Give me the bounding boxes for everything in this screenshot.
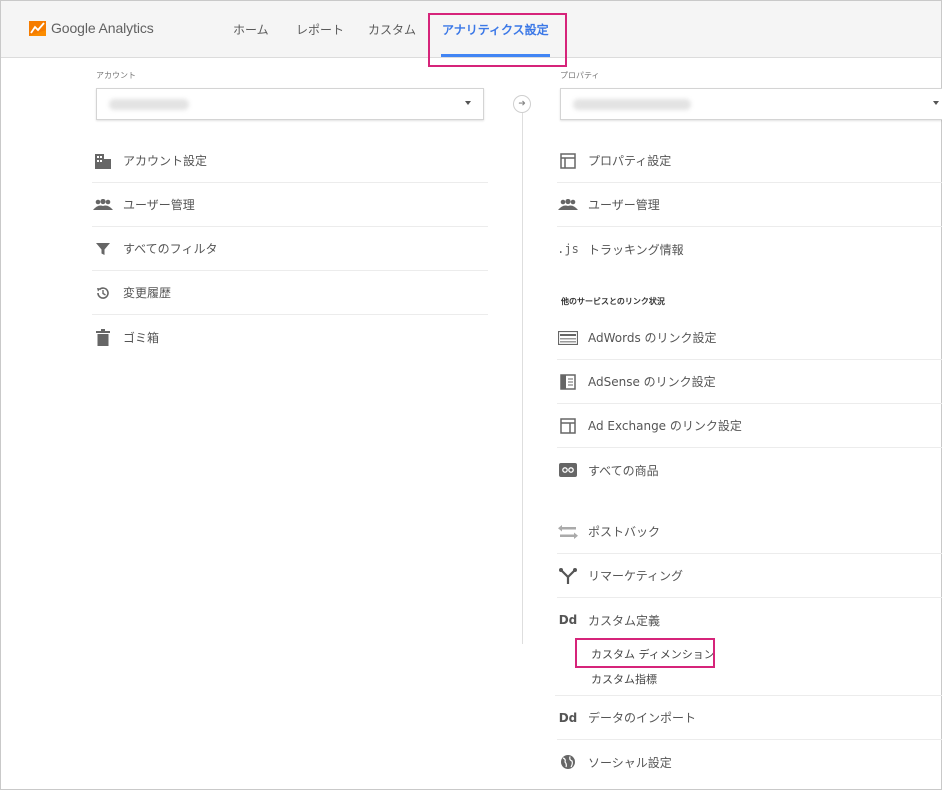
property-select[interactable] [560,88,942,120]
remarketing-icon [557,565,579,587]
column-divider [522,112,523,644]
logo-text: Google Analytics [51,20,154,36]
all-filters-item[interactable]: すべてのフィルタ [92,227,488,271]
adexchange-icon [557,415,579,437]
tab-reports[interactable]: レポート [296,21,344,38]
all-products-label: すべての商品 [588,463,659,478]
remarketing-label: リマーケティング [588,569,684,583]
property-settings-item[interactable]: プロパティ設定 [557,139,942,183]
arrow-right-icon: ➜ [513,95,531,113]
chevron-down-icon [465,101,471,105]
postback-label: ポストバック [588,525,661,539]
adwords-icon [557,327,579,349]
data-import-item[interactable]: Dd データのインポート [557,696,942,740]
account-settings-label: アカウント設定 [123,154,208,168]
postback-icon [557,521,579,543]
property-name-redacted [573,99,691,110]
highlight-box-admin-tab [428,13,567,67]
history-icon [92,282,114,304]
highlight-box-custom-dimensions [575,638,715,668]
property-column-label: プロパティ [560,71,600,80]
google-analytics-logo[interactable]: Google Analytics [29,20,154,36]
all-filters-label: すべてのフィルタ [123,242,218,256]
postback-item[interactable]: ポストバック [557,510,942,554]
tracking-info-label: トラッキング情報 [588,242,684,257]
trash-item[interactable]: ゴミ箱 [92,315,488,359]
account-user-management-item[interactable]: ユーザー管理 [92,183,488,227]
change-history-item[interactable]: 変更履歴 [92,271,488,315]
chevron-down-icon [933,101,939,105]
custom-definitions-label: カスタム定義 [588,613,661,628]
products-icon [557,459,579,481]
custom-metrics-link[interactable]: カスタム指標 [591,671,657,687]
account-settings-item[interactable]: アカウント設定 [92,139,488,183]
property-icon [557,150,579,172]
adsense-icon [557,371,579,393]
all-products-item[interactable]: すべての商品 [557,448,942,492]
adwords-link-label: AdWords のリンク設定 [588,331,717,345]
account-name-redacted [109,99,189,110]
link-section-heading: 他のサービスとのリンク状況 [561,297,665,306]
social-settings-label: ソーシャル設定 [588,755,672,770]
trash-label: ゴミ箱 [123,330,160,345]
trash-icon [92,326,114,348]
globe-icon [557,751,579,773]
account-column-label: アカウント [96,71,136,80]
adexchange-link-label: Ad Exchange のリンク設定 [588,419,742,433]
adsense-link-label: AdSense のリンク設定 [588,375,716,389]
tab-home[interactable]: ホーム [233,21,269,38]
change-history-label: 変更履歴 [123,286,172,300]
users-icon [557,194,579,216]
property-user-management-item[interactable]: ユーザー管理 [557,183,942,227]
users-icon [92,194,114,216]
building-icon [92,150,114,172]
js-icon: .js [557,242,579,256]
tab-custom[interactable]: カスタム [368,21,416,38]
social-settings-item[interactable]: ソーシャル設定 [557,740,942,784]
filter-icon [92,238,114,260]
account-user-management-label: ユーザー管理 [123,198,195,212]
analytics-logo-icon [29,20,46,36]
adexchange-link-item[interactable]: Ad Exchange のリンク設定 [557,404,942,448]
dd-icon: Dd [558,613,578,627]
adsense-link-item[interactable]: AdSense のリンク設定 [557,360,942,404]
adwords-link-item[interactable]: AdWords のリンク設定 [557,316,942,360]
property-user-management-label: ユーザー管理 [588,198,660,212]
account-select[interactable] [96,88,484,120]
property-settings-label: プロパティ設定 [588,154,672,168]
data-import-label: データのインポート [588,711,697,725]
dd-icon: Dd [558,710,578,725]
custom-definitions-item[interactable]: Dd カスタム定義 [557,598,942,642]
tracking-info-item[interactable]: .js トラッキング情報 [557,227,942,271]
remarketing-item[interactable]: リマーケティング [557,554,942,598]
